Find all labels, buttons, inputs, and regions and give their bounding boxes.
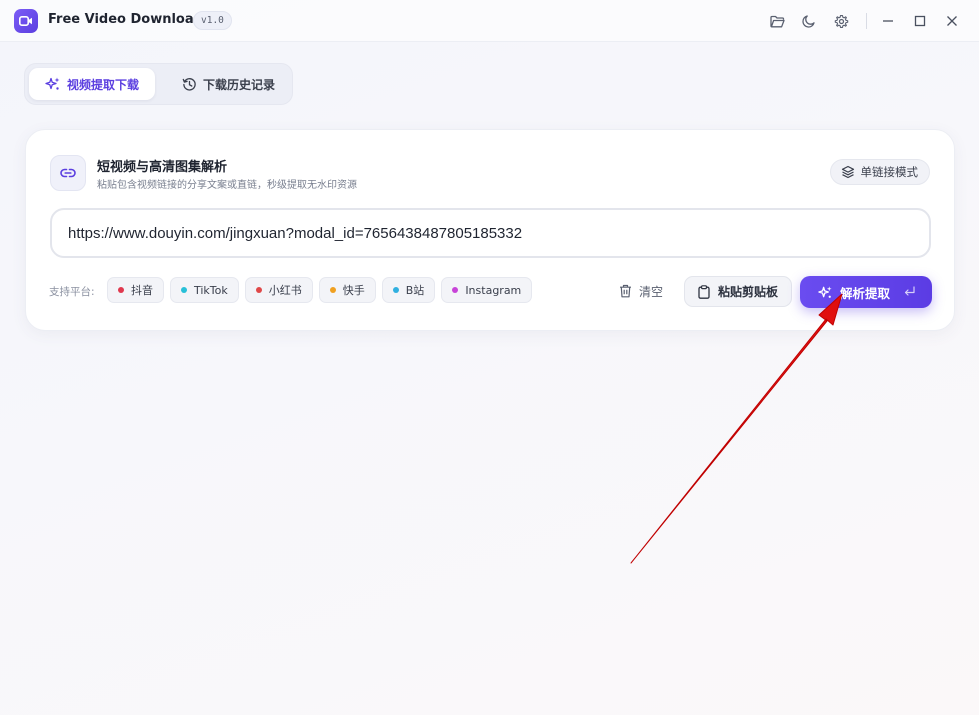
parse-card: 短视频与高清图集解析 粘贴包含视频链接的分享文案或直链，秒级提取无水印资源 单链… bbox=[25, 129, 955, 331]
single-link-mode-button[interactable]: 单链接模式 bbox=[829, 159, 930, 185]
platform-chip-xiaohongshu: 小红书 bbox=[244, 277, 313, 303]
close-icon[interactable] bbox=[942, 11, 962, 31]
moon-icon[interactable] bbox=[799, 11, 819, 31]
sparkle-icon bbox=[45, 76, 61, 92]
platform-dot bbox=[329, 287, 336, 293]
tab-download-history[interactable]: 下载历史记录 bbox=[165, 68, 287, 100]
url-input[interactable] bbox=[50, 208, 931, 258]
parse-extract-button[interactable]: 解析提取 bbox=[800, 276, 932, 308]
platform-chip-tiktok: TikTok bbox=[170, 277, 239, 303]
titlebar-divider bbox=[866, 13, 867, 29]
platform-chip-douyin: 抖音 bbox=[107, 277, 164, 303]
app-logo-icon bbox=[14, 9, 38, 33]
title-bar: Free Video Downloader v1.0 bbox=[0, 0, 979, 42]
platform-dot bbox=[255, 287, 262, 293]
tab-download-history-label: 下载历史记录 bbox=[203, 77, 276, 92]
platform-dot bbox=[452, 287, 459, 293]
maximize-icon[interactable] bbox=[910, 11, 930, 31]
annotation-arrow bbox=[630, 293, 843, 564]
clear-label: 清空 bbox=[639, 284, 664, 299]
main-tabs: 视频提取下载 下载历史记录 bbox=[24, 63, 293, 105]
platform-chips: 抖音 TikTok 小红书 快手 B站 Instagram bbox=[107, 277, 533, 303]
tab-video-extract-label: 视频提取下载 bbox=[67, 77, 140, 92]
platform-chip-instagram: Instagram bbox=[441, 277, 533, 303]
platform-chip-kuaishou: 快手 bbox=[318, 277, 376, 303]
link-icon bbox=[50, 155, 86, 191]
trash-icon bbox=[619, 284, 633, 298]
minimize-icon[interactable] bbox=[878, 11, 898, 31]
clear-button[interactable]: 清空 bbox=[619, 280, 663, 302]
single-link-mode-label: 单链接模式 bbox=[860, 165, 919, 179]
paste-clipboard-label: 粘贴剪贴板 bbox=[717, 285, 778, 299]
folder-icon[interactable] bbox=[767, 11, 787, 31]
history-icon bbox=[181, 76, 197, 92]
card-title: 短视频与高清图集解析 bbox=[97, 160, 228, 175]
paste-clipboard-button[interactable]: 粘贴剪贴板 bbox=[684, 276, 792, 307]
layers-icon bbox=[841, 165, 855, 179]
annotation-arrow-shape bbox=[630, 293, 843, 564]
platform-chip-bilibili: B站 bbox=[381, 277, 436, 303]
enter-key-icon bbox=[904, 286, 915, 296]
platform-dot bbox=[118, 287, 124, 293]
clipboard-icon bbox=[698, 284, 712, 299]
card-subtitle: 粘贴包含视频链接的分享文案或直链，秒级提取无水印资源 bbox=[97, 180, 357, 191]
version-badge: v1.0 bbox=[193, 11, 232, 30]
tab-video-extract[interactable]: 视频提取下载 bbox=[29, 68, 155, 100]
platform-dot bbox=[392, 287, 399, 293]
platform-dot bbox=[181, 287, 187, 293]
platform-label: 支持平台: bbox=[49, 286, 95, 298]
parse-extract-label: 解析提取 bbox=[840, 285, 891, 301]
gear-icon[interactable] bbox=[831, 11, 851, 31]
sparkle-icon bbox=[818, 285, 833, 300]
